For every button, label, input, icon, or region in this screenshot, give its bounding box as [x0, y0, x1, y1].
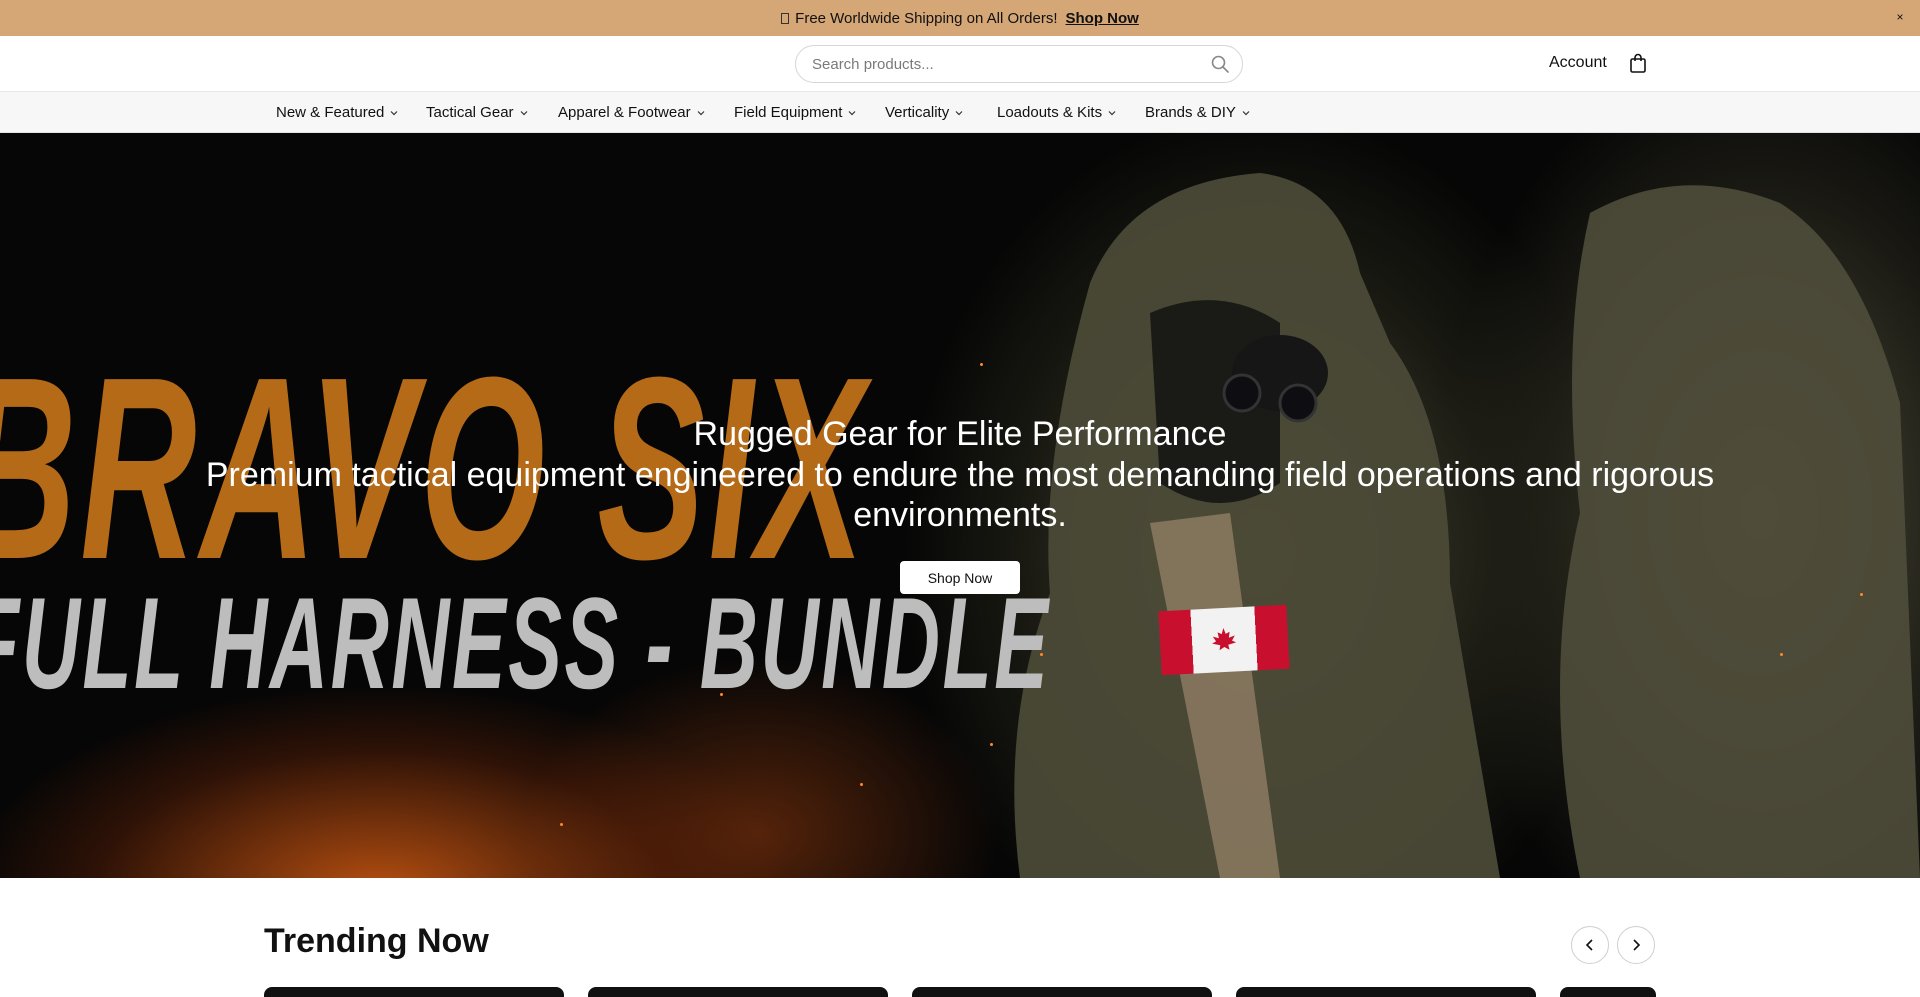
nav-item-brands-diy[interactable]: Brands & DIY	[1145, 92, 1251, 133]
main-nav: New & Featured Tactical Gear Apparel & F…	[0, 92, 1920, 133]
chevron-down-icon	[848, 110, 856, 115]
announcement-bar: Free Worldwide Shipping on All Orders! S…	[0, 0, 1920, 36]
hero-title: Rugged Gear for Elite Performance	[693, 415, 1227, 453]
canada-flag-patch	[1158, 604, 1290, 676]
announcement-shop-now-link[interactable]: Shop Now	[1066, 10, 1139, 27]
chevron-right-icon	[1633, 939, 1641, 951]
trending-title: Trending Now	[264, 922, 489, 960]
nav-item-field-equipment[interactable]: Field Equipment	[734, 92, 857, 133]
announcement-text: Free Worldwide Shipping on All Orders!	[795, 9, 1058, 27]
nav-item-verticality[interactable]: Verticality	[885, 92, 964, 133]
site-header: Account	[0, 36, 1920, 92]
hero-shop-now-button[interactable]: Shop Now	[900, 561, 1020, 594]
nav-item-new-featured[interactable]: New & Featured	[276, 92, 399, 133]
hero-subtitle: Premium tactical equipment engineered to…	[205, 456, 1715, 534]
spark	[990, 743, 993, 746]
nav-item-label: Verticality	[885, 104, 950, 121]
nav-item-label: Loadouts & Kits	[997, 104, 1103, 121]
spark	[1860, 593, 1863, 596]
shipping-icon	[781, 12, 790, 24]
spark	[1780, 653, 1783, 656]
chevron-down-icon	[955, 110, 963, 115]
chevron-down-icon	[520, 110, 527, 115]
search-icon[interactable]	[1210, 54, 1230, 74]
product-card[interactable]	[1236, 987, 1536, 997]
nav-item-apparel-footwear[interactable]: Apparel & Footwear	[558, 92, 706, 133]
nav-item-label: Brands & DIY	[1145, 104, 1236, 121]
nav-item-label: Tactical Gear	[426, 104, 514, 121]
account-link[interactable]: Account	[1549, 54, 1607, 72]
nav-item-label: Apparel & Footwear	[558, 104, 691, 121]
bag-icon[interactable]	[1628, 52, 1648, 74]
chevron-down-icon	[697, 110, 705, 115]
product-card[interactable]	[588, 987, 888, 997]
hero-banner: BRAVO SIX FULL HARNESS - BUNDLE Rugged G…	[0, 133, 1920, 878]
chevron-left-icon	[1585, 939, 1593, 951]
chevron-down-icon	[1242, 110, 1250, 115]
spark	[560, 823, 563, 826]
spark	[980, 363, 983, 366]
search-box[interactable]	[795, 45, 1243, 83]
product-card[interactable]	[912, 987, 1212, 997]
chevron-down-icon	[390, 110, 398, 115]
product-card[interactable]	[1560, 987, 1656, 997]
banner-subheading-harness-bundle: FULL HARNESS - BUNDLE	[0, 570, 1051, 716]
carousel-prev-button[interactable]	[1571, 926, 1609, 964]
nav-item-label: New & Featured	[276, 104, 385, 121]
nav-item-tactical-gear[interactable]: Tactical Gear	[426, 92, 529, 133]
nav-item-loadouts-kits[interactable]: Loadouts & Kits	[997, 92, 1117, 133]
maple-leaf-icon	[1212, 628, 1237, 651]
product-card[interactable]	[264, 987, 564, 997]
chevron-down-icon	[1108, 110, 1116, 115]
nav-item-label: Field Equipment	[734, 104, 843, 121]
spark	[860, 783, 863, 786]
close-icon[interactable]: ×	[1894, 9, 1906, 25]
carousel-next-button[interactable]	[1617, 926, 1655, 964]
search-input[interactable]	[812, 46, 1192, 82]
